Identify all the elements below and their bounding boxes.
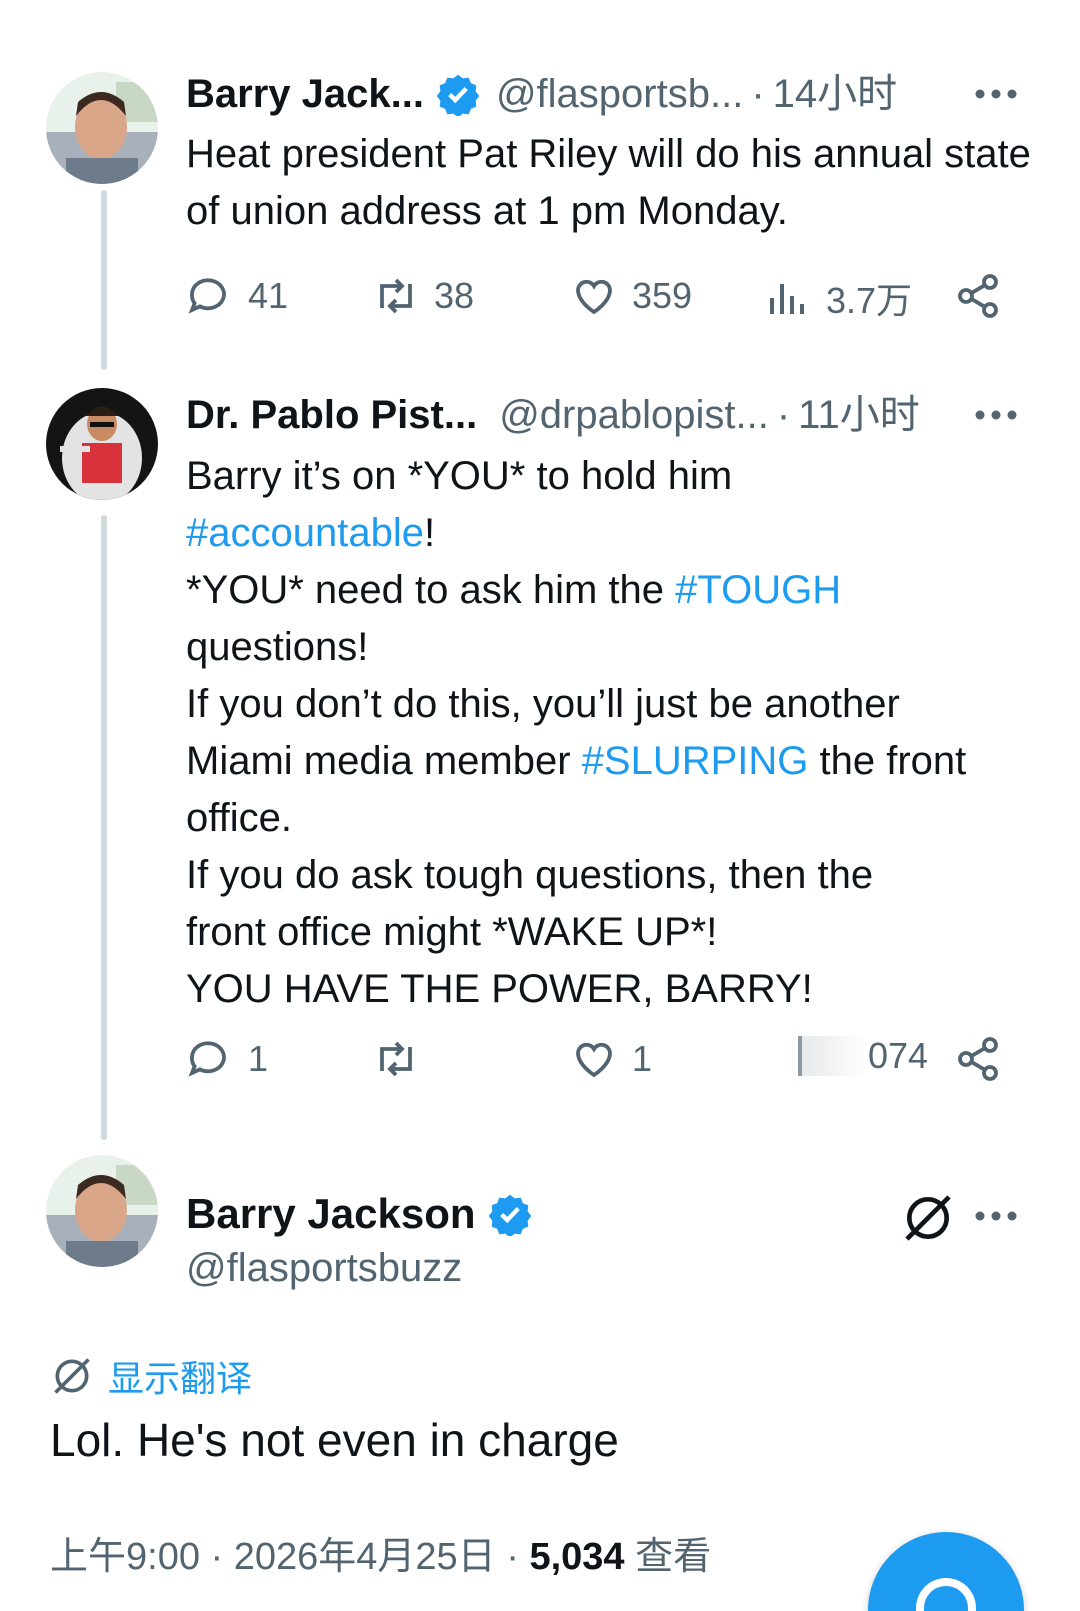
text-segment: If you do ask tough questions, then the [186,853,874,897]
reply-icon [188,278,226,314]
text-segment: If you don’t do this, you’ll just be ano… [186,682,900,726]
like-button[interactable]: 359 [570,272,692,320]
reply-button[interactable]: 41 [186,272,288,320]
meta-separator: · [210,1536,224,1578]
share-icon [958,274,998,318]
tweet1-handle[interactable]: @flasportsb... [496,70,743,118]
hashtag-slurping[interactable]: #SLURPING [582,739,809,783]
views-count: 3.7万 [826,280,913,321]
show-translation-button[interactable]: 显示翻译 [50,1350,252,1402]
tweet2-text: Barry it’s on *YOU* to hold him #account… [186,448,1036,1018]
reply-icon [188,1041,226,1077]
tweet2-handle[interactable]: @drpablopist... [499,391,769,439]
compose-icon [916,1578,976,1611]
tweet2-dot: · [776,393,791,437]
more-icon[interactable] [974,84,1018,104]
tweet-meta: 上午9:00 · 2026年4月25日 · 5,034 查看 [50,1525,711,1580]
tweet1-author-name[interactable]: Barry Jack... [186,70,424,118]
tweet2-author-name[interactable]: Dr. Pablo Pist... [186,391,477,439]
main-author-name[interactable]: Barry Jackson [186,1190,476,1238]
tweet2-line: Miami media member #SLURPING the front [186,733,1036,790]
views-obscured [798,1036,868,1076]
avatar-pablo[interactable] [46,388,158,500]
tweet-date[interactable]: 2026年4月25日 [234,1536,496,1578]
verified-icon [488,1194,531,1236]
text-segment: Barry it’s on *YOU* to hold him [186,454,733,498]
text-segment: the front [808,739,967,783]
thread-line-2 [101,515,107,1140]
reply-count: 41 [248,275,289,316]
more-icon[interactable] [974,1206,1018,1226]
tweet1-header: Barry Jack... @flasportsb... · 14小时 [186,70,897,118]
retweet-icon [380,278,412,314]
tweet2-line: office. [186,790,1036,847]
hashtag-accountable[interactable]: #accountable [186,511,424,555]
compose-button[interactable] [868,1532,1024,1611]
more-icon[interactable] [974,405,1018,425]
tweet2-line: Barry it’s on *YOU* to hold him [186,448,1036,505]
retweet-count: 38 [434,275,475,316]
share-button[interactable] [954,272,1002,320]
like-count: 1 [632,1038,653,1079]
views-count-partial: 074 [868,1035,929,1076]
hashtag-tough[interactable]: #TOUGH [675,568,841,612]
reply-count: 1 [248,1038,269,1079]
views-count: 5,034 [529,1536,625,1578]
grok-icon[interactable] [900,1190,956,1246]
retweet-button[interactable]: 38 [372,272,474,320]
views-button[interactable]: 074 [798,1035,928,1077]
text-segment: questions! [186,625,369,669]
reply-button[interactable]: 1 [186,1035,268,1083]
tweet2-line: If you don’t do this, you’ll just be ano… [186,676,1036,733]
retweet-button[interactable] [372,1035,420,1083]
tweet1-dot: · [751,72,765,116]
views-icon [770,284,804,314]
like-button[interactable]: 1 [570,1035,652,1083]
tweet2-actions: 1 1 074 [186,1035,1030,1095]
avatar-barry-main[interactable] [46,1155,158,1267]
retweet-icon [380,1041,412,1077]
like-icon [576,1042,612,1078]
text-segment: front office might *WAKE UP*! [186,910,718,954]
tweet2-line: front office might *WAKE UP*! [186,904,1036,961]
like-icon [576,279,612,315]
like-count: 359 [632,275,693,316]
tweet-time[interactable]: 上午9:00 [50,1536,200,1578]
tweet2-line: *YOU* need to ask him the #TOUGH [186,562,1036,619]
text-segment: ! [423,511,436,555]
tweet1-time[interactable]: 14小时 [773,70,898,118]
meta-separator: · [506,1536,519,1578]
translate-icon [54,1358,90,1394]
share-icon [958,1037,998,1081]
main-author-handle[interactable]: @flasportsbuzz [186,1246,462,1291]
text-segment: Miami media member [186,739,582,783]
main-author-row: Barry Jackson [186,1190,532,1238]
tweet1-actions: 41 38 359 3.7万 [186,272,1030,332]
verified-icon [436,74,480,116]
share-button[interactable] [954,1035,1002,1083]
tweet2-line: If you do ask tough questions, then the [186,847,1036,904]
tweet1-text: Heat president Pat Riley will do his ann… [186,132,1031,233]
show-translation-label: 显示翻译 [108,1358,253,1399]
main-tweet-text: Lol. He's not even in charge [50,1414,619,1466]
views-label: 查看 [635,1536,712,1578]
tweet2-time[interactable]: 11小时 [798,391,920,439]
text-segment: *YOU* need to ask him the [186,568,676,612]
avatar-barry[interactable] [46,72,158,184]
tweet2-line: YOU HAVE THE POWER, BARRY! [186,961,1036,1018]
text-segment: YOU HAVE THE POWER, BARRY! [186,967,813,1011]
text-segment: office. [186,796,292,840]
tweet2-header: Dr. Pablo Pist... @drpablopist... · 11小时 [186,391,920,439]
tweet2-line: #accountable! [186,505,1036,562]
thread-line-1 [101,190,107,370]
views-button[interactable]: 3.7万 [764,272,912,324]
tweet2-line: questions! [186,619,1036,676]
